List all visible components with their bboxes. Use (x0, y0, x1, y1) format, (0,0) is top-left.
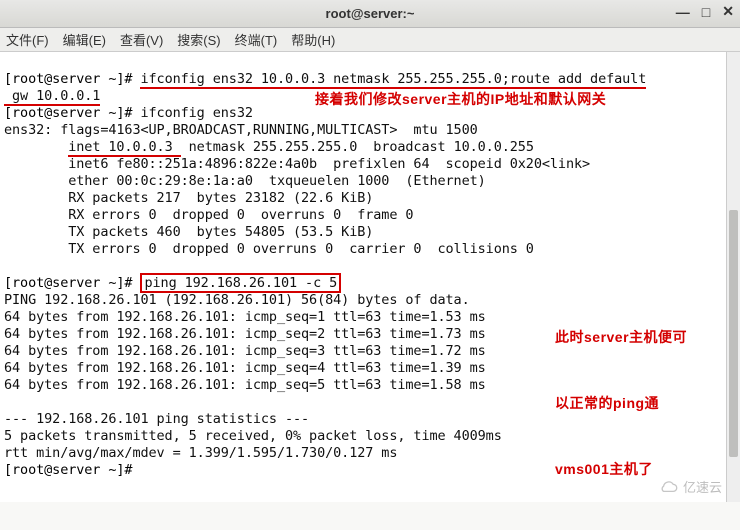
output-line (4, 139, 68, 155)
scrollbar-thumb[interactable] (729, 210, 738, 458)
close-button[interactable]: ✕ (722, 3, 734, 20)
highlight-inet: inet 10.0.0.3 (68, 139, 180, 157)
maximize-button[interactable]: □ (702, 4, 710, 20)
menu-file[interactable]: 文件(F) (6, 30, 49, 49)
output-line: 64 bytes from 192.168.26.101: icmp_seq=2… (4, 326, 486, 342)
window-title: root@server:~ (326, 6, 415, 21)
output-line: ether 00:0c:29:8e:1a:a0 txqueuelen 1000 … (4, 173, 486, 189)
output-line: PING 192.168.26.101 (192.168.26.101) 56(… (4, 292, 470, 308)
cloud-icon (657, 480, 679, 494)
output-line: inet6 fe80::251a:4896:822e:4a0b prefixle… (4, 156, 590, 172)
output-line: 64 bytes from 192.168.26.101: icmp_seq=3… (4, 343, 486, 359)
menu-terminal[interactable]: 终端(T) (235, 30, 278, 49)
output-line: 64 bytes from 192.168.26.101: icmp_seq=4… (4, 360, 486, 376)
prompt: [root@server ~]# (4, 105, 140, 121)
annotation-1: 接着我们修改server主机的IP地址和默认网关 (315, 88, 606, 110)
output-line: netmask 255.255.255.0 broadcast 10.0.0.2… (181, 139, 534, 155)
highlight-ping-cmd: ping 192.168.26.101 -c 5 (140, 273, 341, 293)
output-line: --- 192.168.26.101 ping statistics --- (4, 411, 309, 427)
minimize-button[interactable]: — (676, 4, 690, 20)
output-line: RX errors 0 dropped 0 overruns 0 frame 0 (4, 207, 413, 223)
menu-search[interactable]: 搜索(S) (177, 30, 220, 49)
output-line: 64 bytes from 192.168.26.101: icmp_seq=1… (4, 309, 486, 325)
annotation-2-line1: 此时server主机便可 (555, 326, 687, 348)
output-line: ens32: flags=4163<UP,BROADCAST,RUNNING,M… (4, 122, 478, 138)
output-line: rtt min/avg/max/mdev = 1.399/1.595/1.730… (4, 445, 397, 461)
output-line (4, 258, 12, 274)
menu-help[interactable]: 帮助(H) (291, 30, 335, 49)
output-line: 5 packets transmitted, 5 received, 0% pa… (4, 428, 502, 444)
cmd-ifconfig: ifconfig ens32 (140, 105, 252, 121)
menu-view[interactable]: 查看(V) (120, 30, 163, 49)
menu-edit[interactable]: 编辑(E) (63, 30, 106, 49)
output-line: TX errors 0 dropped 0 overruns 0 carrier… (4, 241, 534, 257)
cmd-ifconfig-route: ifconfig ens32 10.0.0.3 netmask 255.255.… (140, 71, 646, 89)
output-line: 64 bytes from 192.168.26.101: icmp_seq=5… (4, 377, 486, 393)
title-bar: root@server:~ — □ ✕ (0, 0, 740, 28)
annotation-2-line2: 以正常的ping通 (555, 392, 687, 414)
cmd-ifconfig-route-cont: gw 10.0.0.1 (4, 88, 100, 106)
output-line: TX packets 460 bytes 54805 (53.5 KiB) (4, 224, 373, 240)
prompt: [root@server ~]# (4, 462, 140, 478)
output-line: RX packets 217 bytes 23182 (22.6 KiB) (4, 190, 373, 206)
output-line (4, 394, 12, 410)
terminal-area[interactable]: [root@server ~]# ifconfig ens32 10.0.0.3… (0, 52, 740, 502)
watermark: 亿速云 (657, 477, 722, 496)
scrollbar[interactable] (726, 52, 740, 502)
menu-bar: 文件(F) 编辑(E) 查看(V) 搜索(S) 终端(T) 帮助(H) (0, 28, 740, 52)
watermark-text: 亿速云 (683, 477, 722, 496)
prompt: [root@server ~]# (4, 71, 140, 87)
window-controls: — □ ✕ (676, 3, 734, 20)
prompt: [root@server ~]# (4, 275, 140, 291)
